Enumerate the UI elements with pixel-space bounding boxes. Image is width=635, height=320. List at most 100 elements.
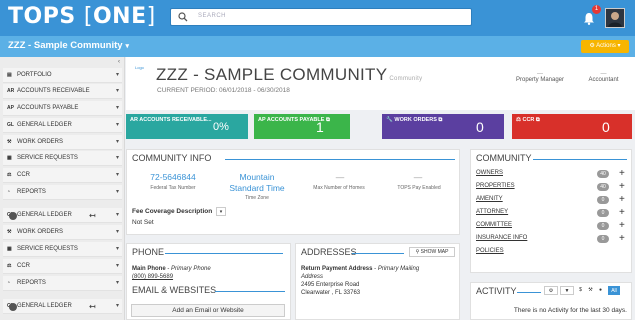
address-line2: Clearwater , FL 33763 bbox=[301, 290, 361, 296]
sidebar-item-general-ledger[interactable]: GLGENERAL LEDGER▾↤ bbox=[3, 299, 122, 314]
property-manager-label: Property Manager bbox=[515, 77, 565, 83]
drag-handle-icon[interactable] bbox=[9, 212, 17, 220]
community-link-committee[interactable]: COMMITTEE bbox=[476, 222, 512, 228]
activity-wrench-filter[interactable]: ⚒ bbox=[586, 286, 595, 295]
fee-coverage-dropdown[interactable]: ▾ bbox=[216, 207, 226, 216]
community-link-owners[interactable]: OWNERS bbox=[476, 170, 503, 176]
community-type: Community bbox=[389, 76, 423, 82]
community-info-panel: COMMUNITY INFO 72-5646844 Federal Tax Nu… bbox=[126, 149, 460, 235]
chevron-down-icon: ▾ bbox=[219, 209, 223, 215]
gavel-icon: ⚖ bbox=[516, 117, 521, 123]
sidebar-item-ccr[interactable]: ⚖ CCR ▾ bbox=[3, 168, 122, 183]
wrench-icon: ⚒ bbox=[7, 139, 12, 145]
sidebar-item-general-ledger[interactable]: GLGENERAL LEDGER▾↤ bbox=[3, 208, 122, 223]
community-link-policies[interactable]: POLICIES bbox=[476, 248, 504, 254]
activity-all-filter[interactable]: All bbox=[608, 286, 620, 295]
activity-money-filter[interactable]: $ bbox=[576, 286, 585, 295]
chevron-down-icon: ▾ bbox=[115, 189, 119, 195]
kpi-label: 🔧 WORK ORDERS ⧉ bbox=[386, 117, 443, 123]
kpi-label: ⚖ CCR ⧉ bbox=[516, 117, 540, 123]
sidebar-item-ccr[interactable]: ⚖ CCR ▾ bbox=[3, 259, 122, 274]
time-zone-line2: Standard Time bbox=[229, 183, 285, 193]
sidebar-item-label: REPORTS bbox=[17, 189, 46, 195]
community-link-insurance-info[interactable]: INSURANCE INFO bbox=[476, 235, 527, 241]
comment-icon: ● bbox=[598, 287, 603, 293]
current-period: CURRENT PERIOD: 06/01/2018 - 06/30/2018 bbox=[157, 87, 290, 94]
app-logo[interactable]: TOPS [ONE] bbox=[8, 3, 156, 31]
activity-settings-button[interactable]: ⚙ bbox=[544, 286, 558, 295]
panel-divider bbox=[165, 253, 283, 254]
show-map-button[interactable]: ⚲ SHOW MAP bbox=[409, 247, 455, 257]
chart-icon: ◔ bbox=[7, 189, 11, 195]
kpi-ccr[interactable]: ⚖ CCR ⧉ 0 bbox=[512, 114, 632, 139]
count-badge: 0 bbox=[597, 196, 609, 204]
add-email-website-button[interactable]: Add an Email or Website bbox=[131, 304, 285, 317]
chevron-down-icon: ▾ bbox=[115, 280, 119, 286]
sidebar-item-reports[interactable]: ◔ REPORTS ▾ bbox=[3, 276, 122, 291]
add-icon[interactable]: + bbox=[619, 208, 625, 218]
sidebar-item-label: GENERAL LEDGER bbox=[17, 122, 72, 128]
sidebar-item-label: SERVICE REQUESTS bbox=[17, 246, 78, 252]
kpi-accounts-payable[interactable]: AP ACCOUNTS PAYABLE ⧉ 1 bbox=[254, 114, 350, 139]
community-panel-title: COMMUNITY bbox=[476, 153, 532, 163]
community-link-properties[interactable]: PROPERTIES bbox=[476, 183, 515, 189]
top-nav-bar: TOPS [ONE] SEARCH 1 bbox=[0, 0, 635, 36]
chevron-down-icon: ▾ bbox=[115, 246, 119, 252]
notification-badge: 1 bbox=[592, 5, 601, 14]
community-selector[interactable]: ZZZ - Sample Community ▾ bbox=[8, 40, 129, 51]
community-bar: ZZZ - Sample Community ▾ ⚙ Actions ▾ bbox=[0, 36, 635, 57]
bell-icon[interactable] bbox=[583, 12, 595, 25]
accountant[interactable]: — Accountant bbox=[576, 71, 631, 83]
logo-bracket-right: ] bbox=[146, 4, 156, 29]
wrench-icon: 🔧 bbox=[386, 117, 393, 123]
avatar[interactable] bbox=[605, 8, 625, 28]
activity-filter-button[interactable]: ▼ bbox=[560, 286, 574, 295]
add-icon[interactable]: + bbox=[619, 195, 625, 205]
activity-panel: ACTIVITY ⚙ ▼ $ ⚒ ● All There is no Activ… bbox=[470, 282, 632, 320]
activity-comment-filter[interactable]: ● bbox=[596, 286, 605, 295]
actions-button[interactable]: ⚙ Actions ▾ bbox=[581, 40, 629, 53]
accountant-label: Accountant bbox=[588, 77, 619, 83]
drag-handle-icon[interactable] bbox=[9, 303, 17, 311]
sidebar-item-reports[interactable]: ◔ REPORTS ▾ bbox=[3, 185, 122, 200]
logo-main: TOPS bbox=[8, 4, 76, 29]
user-avatar-icon bbox=[606, 9, 624, 27]
gear-icon: ⚙ bbox=[548, 288, 554, 294]
chevron-down-icon: ▾ bbox=[115, 229, 119, 235]
sidebar-item-label: SERVICE REQUESTS bbox=[17, 155, 78, 161]
sidebar-collapse-icon[interactable]: ‹ bbox=[118, 59, 120, 65]
sidebar-item-general-ledger[interactable]: GL GENERAL LEDGER ▾ bbox=[3, 118, 122, 133]
federal-tax-number: 72-5646844 bbox=[150, 172, 196, 182]
sidebar-item-accounts-receivable[interactable]: AR ACCOUNTS RECEIVABLE ▾ bbox=[3, 84, 122, 99]
add-icon[interactable]: + bbox=[619, 221, 625, 231]
community-link-attorney[interactable]: ATTORNEY bbox=[476, 209, 508, 215]
email-websites-title: EMAIL & WEBSITES bbox=[132, 285, 217, 295]
kpi-value: 0 bbox=[602, 119, 610, 135]
wrench-icon: ⚒ bbox=[7, 229, 12, 235]
sidebar-item-work-orders[interactable]: ⚒ WORK ORDERS ▾ bbox=[3, 225, 122, 240]
sidebar-item-label: WORK ORDERS bbox=[17, 229, 64, 235]
community-link-amenity[interactable]: AMENITY bbox=[476, 196, 503, 202]
time-zone-label: Time Zone bbox=[245, 195, 269, 201]
chevron-down-icon: ▾ bbox=[115, 212, 119, 218]
kpi-accounts-receivable[interactable]: AR ACCOUNTS RECEIVABLE... 0% bbox=[126, 114, 248, 139]
count-badge: 40 bbox=[597, 183, 609, 191]
add-icon[interactable]: + bbox=[619, 234, 625, 244]
sidebar-item-service-requests[interactable]: ▦ SERVICE REQUESTS ▾ bbox=[3, 151, 122, 166]
sidebar-item-portfolio[interactable]: ▤ PORTFOLIO ▾ bbox=[3, 68, 122, 83]
main-content: Logo ZZZ - SAMPLE COMMUNITY Community CUR… bbox=[126, 57, 635, 320]
sidebar-item-accounts-payable[interactable]: AP ACCOUNTS PAYABLE ▾ bbox=[3, 101, 122, 116]
chevron-down-icon: ▾ bbox=[115, 139, 119, 145]
sidebar-item-work-orders[interactable]: ⚒ WORK ORDERS ▾ bbox=[3, 135, 122, 150]
kpi-work-orders[interactable]: 🔧 WORK ORDERS ⧉ 0 bbox=[382, 114, 504, 139]
external-link-icon: ⧉ bbox=[535, 117, 540, 123]
property-manager[interactable]: — Property Manager bbox=[510, 71, 570, 83]
add-icon[interactable]: + bbox=[619, 169, 625, 179]
wrench-icon: ⚒ bbox=[588, 287, 593, 293]
dollar-icon: $ bbox=[579, 287, 582, 293]
move-arrow-icon: ↤ bbox=[89, 211, 96, 220]
main-phone-link[interactable]: (800) 899-5689 bbox=[132, 274, 173, 280]
search-input[interactable]: SEARCH bbox=[170, 8, 472, 26]
sidebar-item-service-requests[interactable]: ▦ SERVICE REQUESTS ▾ bbox=[3, 242, 122, 257]
add-icon[interactable]: + bbox=[619, 182, 625, 192]
